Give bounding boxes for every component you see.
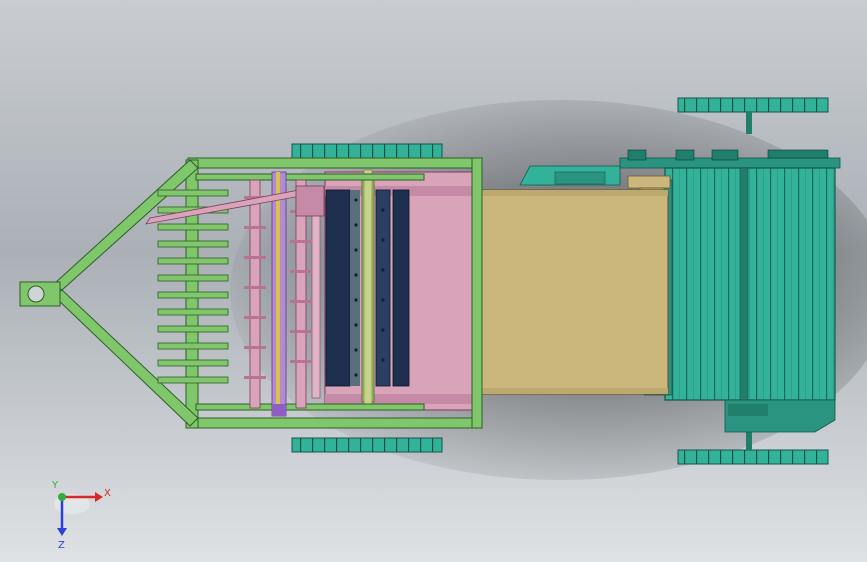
triad-y-label: Y: [51, 480, 59, 491]
drum-left: [325, 189, 351, 387]
machine-top-view: X Y Z: [0, 0, 867, 562]
drum-right: [375, 189, 391, 387]
triad-z-label: Z: [58, 540, 65, 551]
cad-viewport[interactable]: X Y Z: [0, 0, 867, 562]
separator-body: [324, 157, 474, 429]
hitch-eye: [27, 285, 45, 303]
bottom-wheel: [677, 449, 829, 465]
triad-x-label: X: [104, 488, 111, 499]
top-wheel: [677, 97, 829, 113]
gearbox-housing: [664, 167, 836, 401]
gold-bracket: [627, 175, 671, 189]
